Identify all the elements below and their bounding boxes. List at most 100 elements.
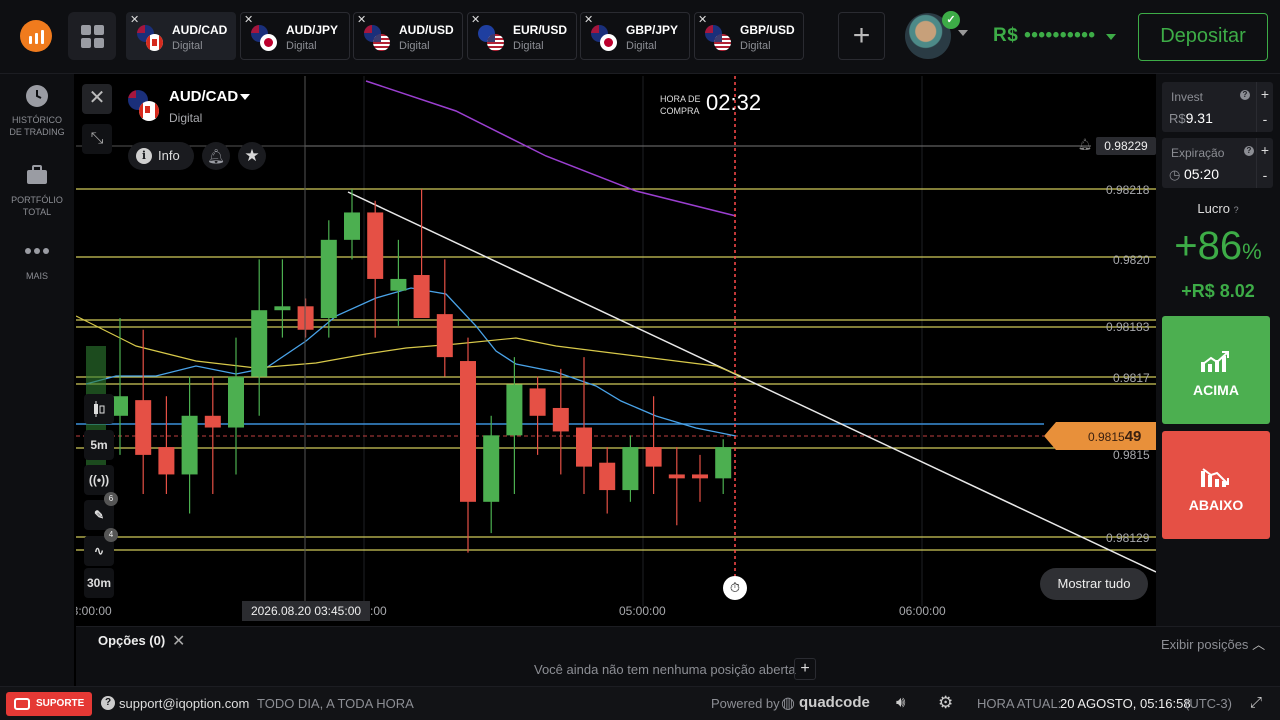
- asset-tab[interactable]: ✕ AUD/CAD Digital: [126, 12, 236, 60]
- bell-icon[interactable]: 🔔︎: [202, 142, 230, 170]
- show-positions-button[interactable]: Exibir posições ︿: [1161, 634, 1265, 653]
- candle-body: [529, 388, 546, 416]
- close-icon[interactable]: ✕: [82, 84, 112, 114]
- help-icon[interactable]: ?: [1234, 205, 1239, 215]
- candle-body: [692, 474, 708, 479]
- alert-price-tag[interactable]: 0.98229: [1096, 137, 1156, 155]
- current-price-tag: 0.981549: [1044, 422, 1156, 450]
- candle-body: [552, 407, 569, 432]
- tab-options[interactable]: Opções (0): [98, 633, 165, 648]
- invest-value[interactable]: R$9.31: [1169, 110, 1213, 126]
- sidebar-item-label: PORTFÓLIO: [11, 195, 63, 205]
- collapse-icon[interactable]: ⤡: [82, 124, 112, 154]
- chevron-up-icon: ︿: [1252, 637, 1266, 652]
- candle-body: [158, 447, 175, 475]
- help-icon: ?: [101, 696, 115, 710]
- draw-tool-button[interactable]: ✎ 6: [84, 492, 118, 530]
- help-icon[interactable]: ?: [1240, 90, 1250, 100]
- empty-positions-text: Você ainda não tem nenhuma posição abert…: [534, 662, 796, 677]
- candle-body: [576, 427, 592, 467]
- flag-icon: [137, 25, 163, 51]
- show-all-button[interactable]: Mostrar tudo: [1040, 568, 1148, 600]
- invest-plus-button[interactable]: +: [1256, 82, 1273, 107]
- sidebar-item-history[interactable]: HISTÓRICO DE TRADING: [0, 84, 74, 138]
- sound-icon[interactable]: 🔊︎: [896, 694, 905, 711]
- candle-body: [274, 306, 291, 311]
- candle-body: [413, 275, 430, 319]
- tab-kind: Digital: [286, 40, 317, 52]
- help-icon[interactable]: ?: [1244, 146, 1254, 156]
- positions-panel: Opções (0) ✕ Exibir posições ︿ Você aind…: [76, 626, 1280, 686]
- balance[interactable]: R$ ••••••••••: [993, 25, 1096, 47]
- candle-body: [204, 415, 221, 428]
- profit-label: Lucro ?: [1197, 201, 1239, 216]
- support-button[interactable]: SUPORTE: [6, 692, 92, 716]
- indicator-count-badge: 4: [104, 528, 118, 542]
- close-icon[interactable]: ✕: [172, 631, 185, 651]
- trend-up-icon: [1201, 351, 1229, 372]
- candle-body: [622, 447, 639, 491]
- crosshair-date-tag: 2026.08.20 03:45:00: [242, 601, 370, 621]
- deposit-button[interactable]: Depositar: [1138, 13, 1268, 61]
- chart-type-button[interactable]: [84, 394, 114, 424]
- quadcode-logo-icon: ◍: [781, 695, 795, 712]
- put-down-button[interactable]: ABAIXO: [1162, 431, 1270, 539]
- current-price: 0.981549: [1088, 428, 1142, 445]
- logo[interactable]: [20, 20, 52, 52]
- chevron-down-icon[interactable]: [1106, 34, 1116, 40]
- chevron-down-icon[interactable]: [240, 94, 250, 100]
- sidebar-item-portfolio[interactable]: PORTFÓLIO TOTAL: [0, 164, 74, 218]
- trend-down-icon: [1201, 468, 1229, 487]
- asset-selector[interactable]: AUD/CAD: [169, 88, 238, 105]
- top-bar: ✕ AUD/CAD Digital ✕ AUD/JPY Digital ✕ AU…: [0, 0, 1280, 74]
- info-button[interactable]: i Info: [128, 142, 194, 170]
- signal-icon[interactable]: ((•)): [84, 465, 114, 495]
- sidebar-item-more[interactable]: MAIS: [0, 246, 74, 282]
- invest-minus-button[interactable]: -: [1256, 107, 1273, 132]
- tab-symbol: GBP/USD: [740, 23, 795, 37]
- sidebar-item-label: TOTAL: [22, 207, 52, 217]
- candle-body: [297, 306, 314, 330]
- expiry-minus-button[interactable]: -: [1256, 163, 1273, 188]
- asset-tab[interactable]: ✕ GBP/JPY Digital: [580, 12, 690, 60]
- asset-tab[interactable]: ✕ GBP/USD Digital: [694, 12, 804, 60]
- briefcase-icon: [27, 165, 47, 184]
- trade-panel: Invest ? R$9.31 + - Expiração ? ◷ 05:20 …: [1156, 74, 1280, 626]
- period-button[interactable]: 30m: [84, 568, 114, 598]
- chevron-down-icon[interactable]: [958, 30, 968, 36]
- sidebar-item-label: DE TRADING: [9, 127, 65, 137]
- expiry-value[interactable]: ◷ 05:20: [1169, 166, 1219, 183]
- candle-body: [344, 212, 360, 240]
- invest-field[interactable]: Invest ? R$9.31 + -: [1162, 82, 1273, 132]
- sidebar-item-label: MAIS: [25, 271, 48, 281]
- candle-body: [112, 396, 128, 416]
- chart-area[interactable]: 0.98218 0.9820 0.98183 0.9817 0.9815 0.9…: [76, 76, 1156, 624]
- fullscreen-icon[interactable]: ⤢: [1250, 694, 1262, 711]
- y-axis-label: 0.98183: [1106, 320, 1150, 334]
- x-axis-label: 05:00:00: [619, 604, 666, 618]
- call-up-button[interactable]: ACIMA: [1162, 316, 1270, 424]
- chat-icon: [14, 698, 30, 710]
- verified-icon: ✓: [942, 11, 960, 29]
- add-tab-button[interactable]: +: [838, 12, 885, 60]
- candle-body: [320, 239, 337, 319]
- y-axis-label: 0.98218: [1106, 183, 1150, 197]
- timeframe-button[interactable]: 5m: [84, 430, 114, 460]
- time-label: HORA ATUAL:: [977, 696, 1062, 711]
- more-icon: [25, 248, 49, 254]
- asset-tab[interactable]: ✕ AUD/USD Digital: [353, 12, 463, 60]
- expiry-plus-button[interactable]: +: [1256, 138, 1273, 163]
- star-icon[interactable]: ★: [238, 142, 266, 170]
- alert-bell-icon[interactable]: 🔔︎: [1078, 138, 1092, 151]
- apps-grid-button[interactable]: [68, 12, 116, 60]
- gear-icon[interactable]: ⚙: [938, 693, 953, 713]
- y-axis-label: 0.98129: [1106, 531, 1150, 545]
- indicators-button[interactable]: ∿ 4: [84, 528, 118, 566]
- asset-tab[interactable]: ✕ AUD/JPY Digital: [240, 12, 350, 60]
- asset-tab[interactable]: ✕ EUR/USD Digital: [467, 12, 577, 60]
- support-email[interactable]: support@iqoption.com: [119, 696, 249, 711]
- expiry-field[interactable]: Expiração ? ◷ 05:20 + -: [1162, 138, 1273, 188]
- add-position-button[interactable]: +: [794, 658, 816, 680]
- expiry-label: Expiração: [1171, 146, 1225, 160]
- profit-value: +R$ 8.02: [1181, 281, 1255, 301]
